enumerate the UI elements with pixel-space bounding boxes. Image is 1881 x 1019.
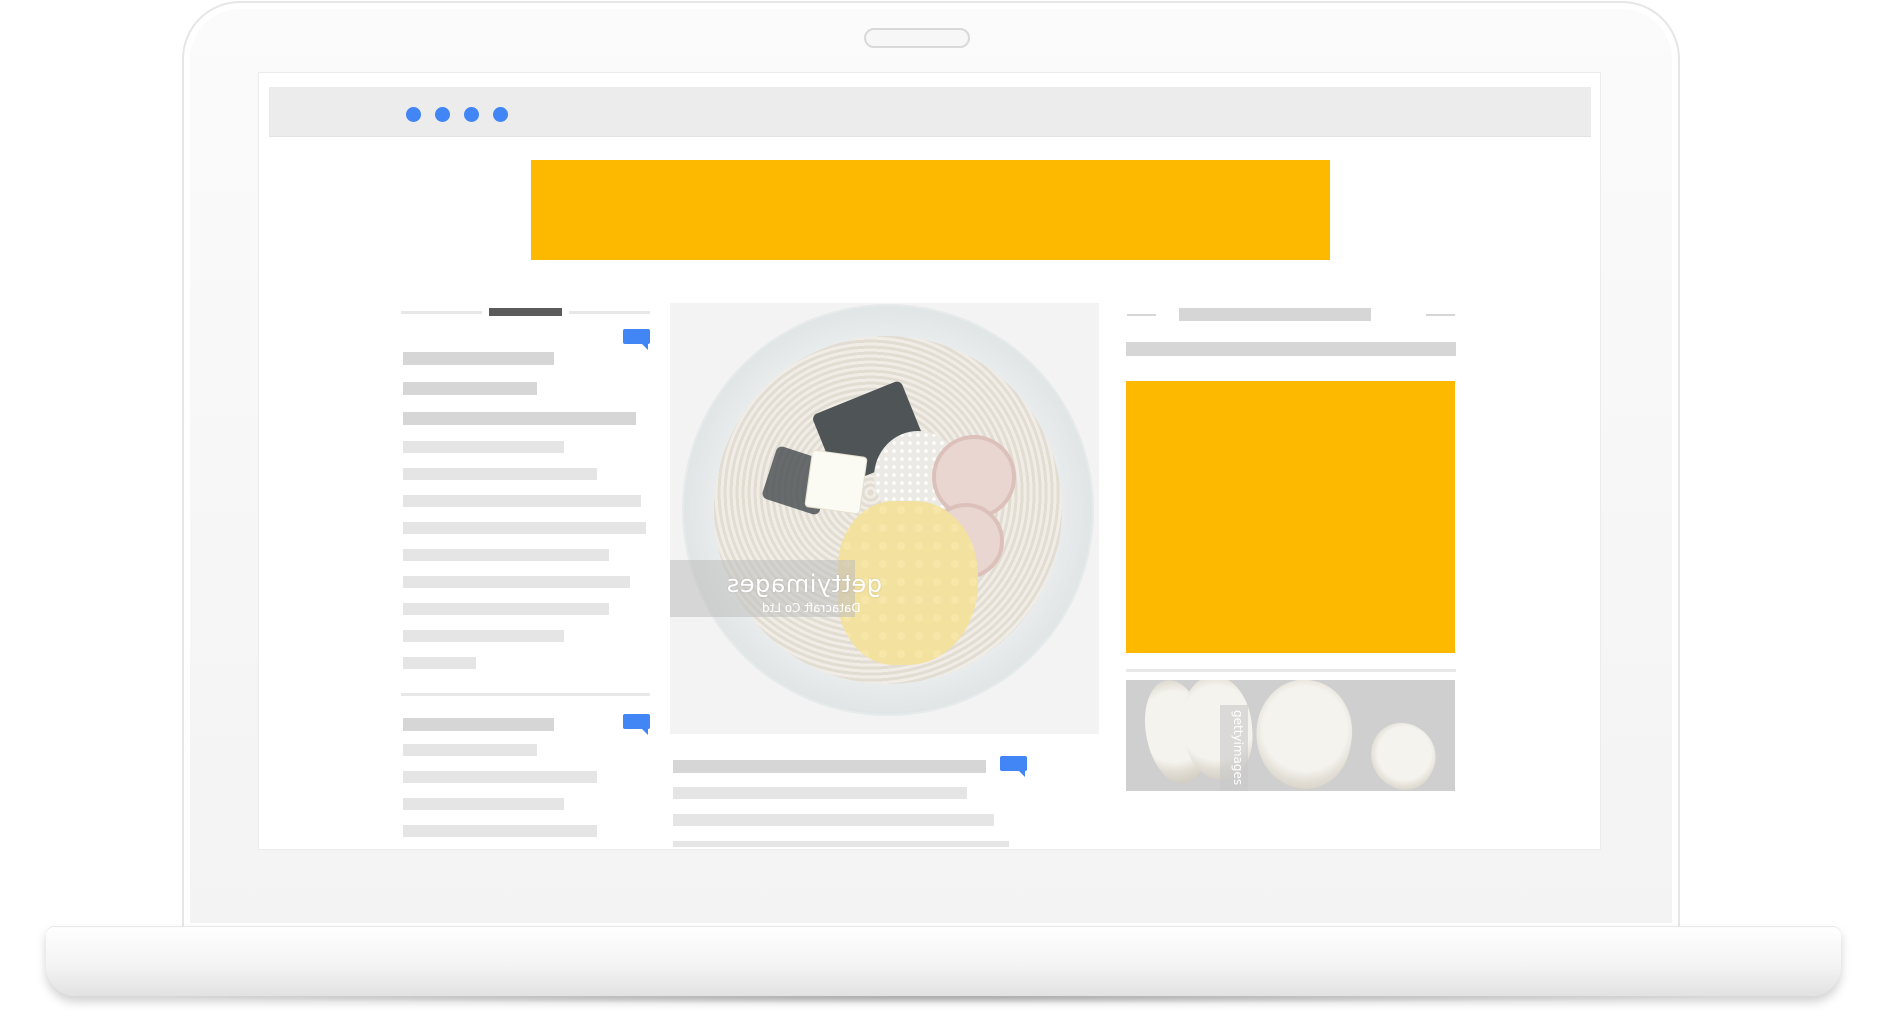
article-text-line (403, 657, 476, 669)
heading-rule (1426, 314, 1455, 316)
article-text-line (403, 744, 537, 756)
article-text-line (403, 576, 630, 588)
article-text-line (403, 495, 641, 507)
article-text-line (403, 549, 609, 561)
article-title-line[interactable] (403, 718, 554, 731)
webcam (864, 28, 970, 48)
window-dot-icon[interactable] (464, 107, 479, 122)
tab-active[interactable] (489, 308, 562, 316)
watermark-credit: Datacraft Co Ltd (762, 601, 861, 615)
article-text-line (403, 603, 609, 615)
window-dot-icon[interactable] (493, 107, 508, 122)
banner-ad[interactable] (531, 160, 1330, 260)
article-title-line[interactable] (403, 382, 537, 395)
laptop-screen: gettyimages Datacraft Co Ltd gettyimages (258, 72, 1601, 850)
article-text-line (403, 522, 646, 534)
featured-article-image[interactable]: gettyimages Datacraft Co Ltd (670, 303, 1099, 734)
article-text-line (403, 468, 597, 480)
tab-divider (401, 311, 482, 314)
heading-rule (1127, 314, 1156, 316)
sidebar-heading[interactable] (1179, 308, 1371, 321)
article-text-line (403, 798, 564, 810)
comment-bubble-icon[interactable] (1000, 756, 1027, 777)
window-dot-icon[interactable] (435, 107, 450, 122)
sidebar-image[interactable]: gettyimages (1126, 680, 1455, 791)
article-title-line[interactable] (403, 412, 636, 425)
article-text-line (673, 787, 967, 799)
article-title-line[interactable] (403, 352, 554, 365)
comment-bubble-icon[interactable] (623, 714, 650, 735)
sidebar-ad[interactable] (1126, 381, 1455, 653)
window-dot-icon[interactable] (406, 107, 421, 122)
sidebar-subheading[interactable] (1126, 342, 1456, 356)
watermark-brand: gettyimages (726, 570, 882, 598)
article-text-line (403, 441, 564, 453)
comment-bubble-icon[interactable] (623, 329, 650, 350)
bread-slice (1358, 711, 1448, 791)
bread-slice (1245, 680, 1363, 791)
article-title-line[interactable] (673, 760, 986, 773)
article-text-line (673, 841, 1009, 847)
watermark-brand: gettyimages (1231, 710, 1245, 786)
article-text-line (403, 630, 564, 642)
article-text-line (403, 825, 597, 837)
article-text-line (673, 814, 994, 826)
butter (804, 449, 868, 515)
section-divider (1126, 669, 1456, 672)
laptop-base (46, 926, 1841, 996)
browser-toolbar (269, 87, 1591, 137)
tab-divider (569, 311, 650, 314)
section-divider (401, 693, 650, 696)
article-text-line (403, 771, 597, 783)
